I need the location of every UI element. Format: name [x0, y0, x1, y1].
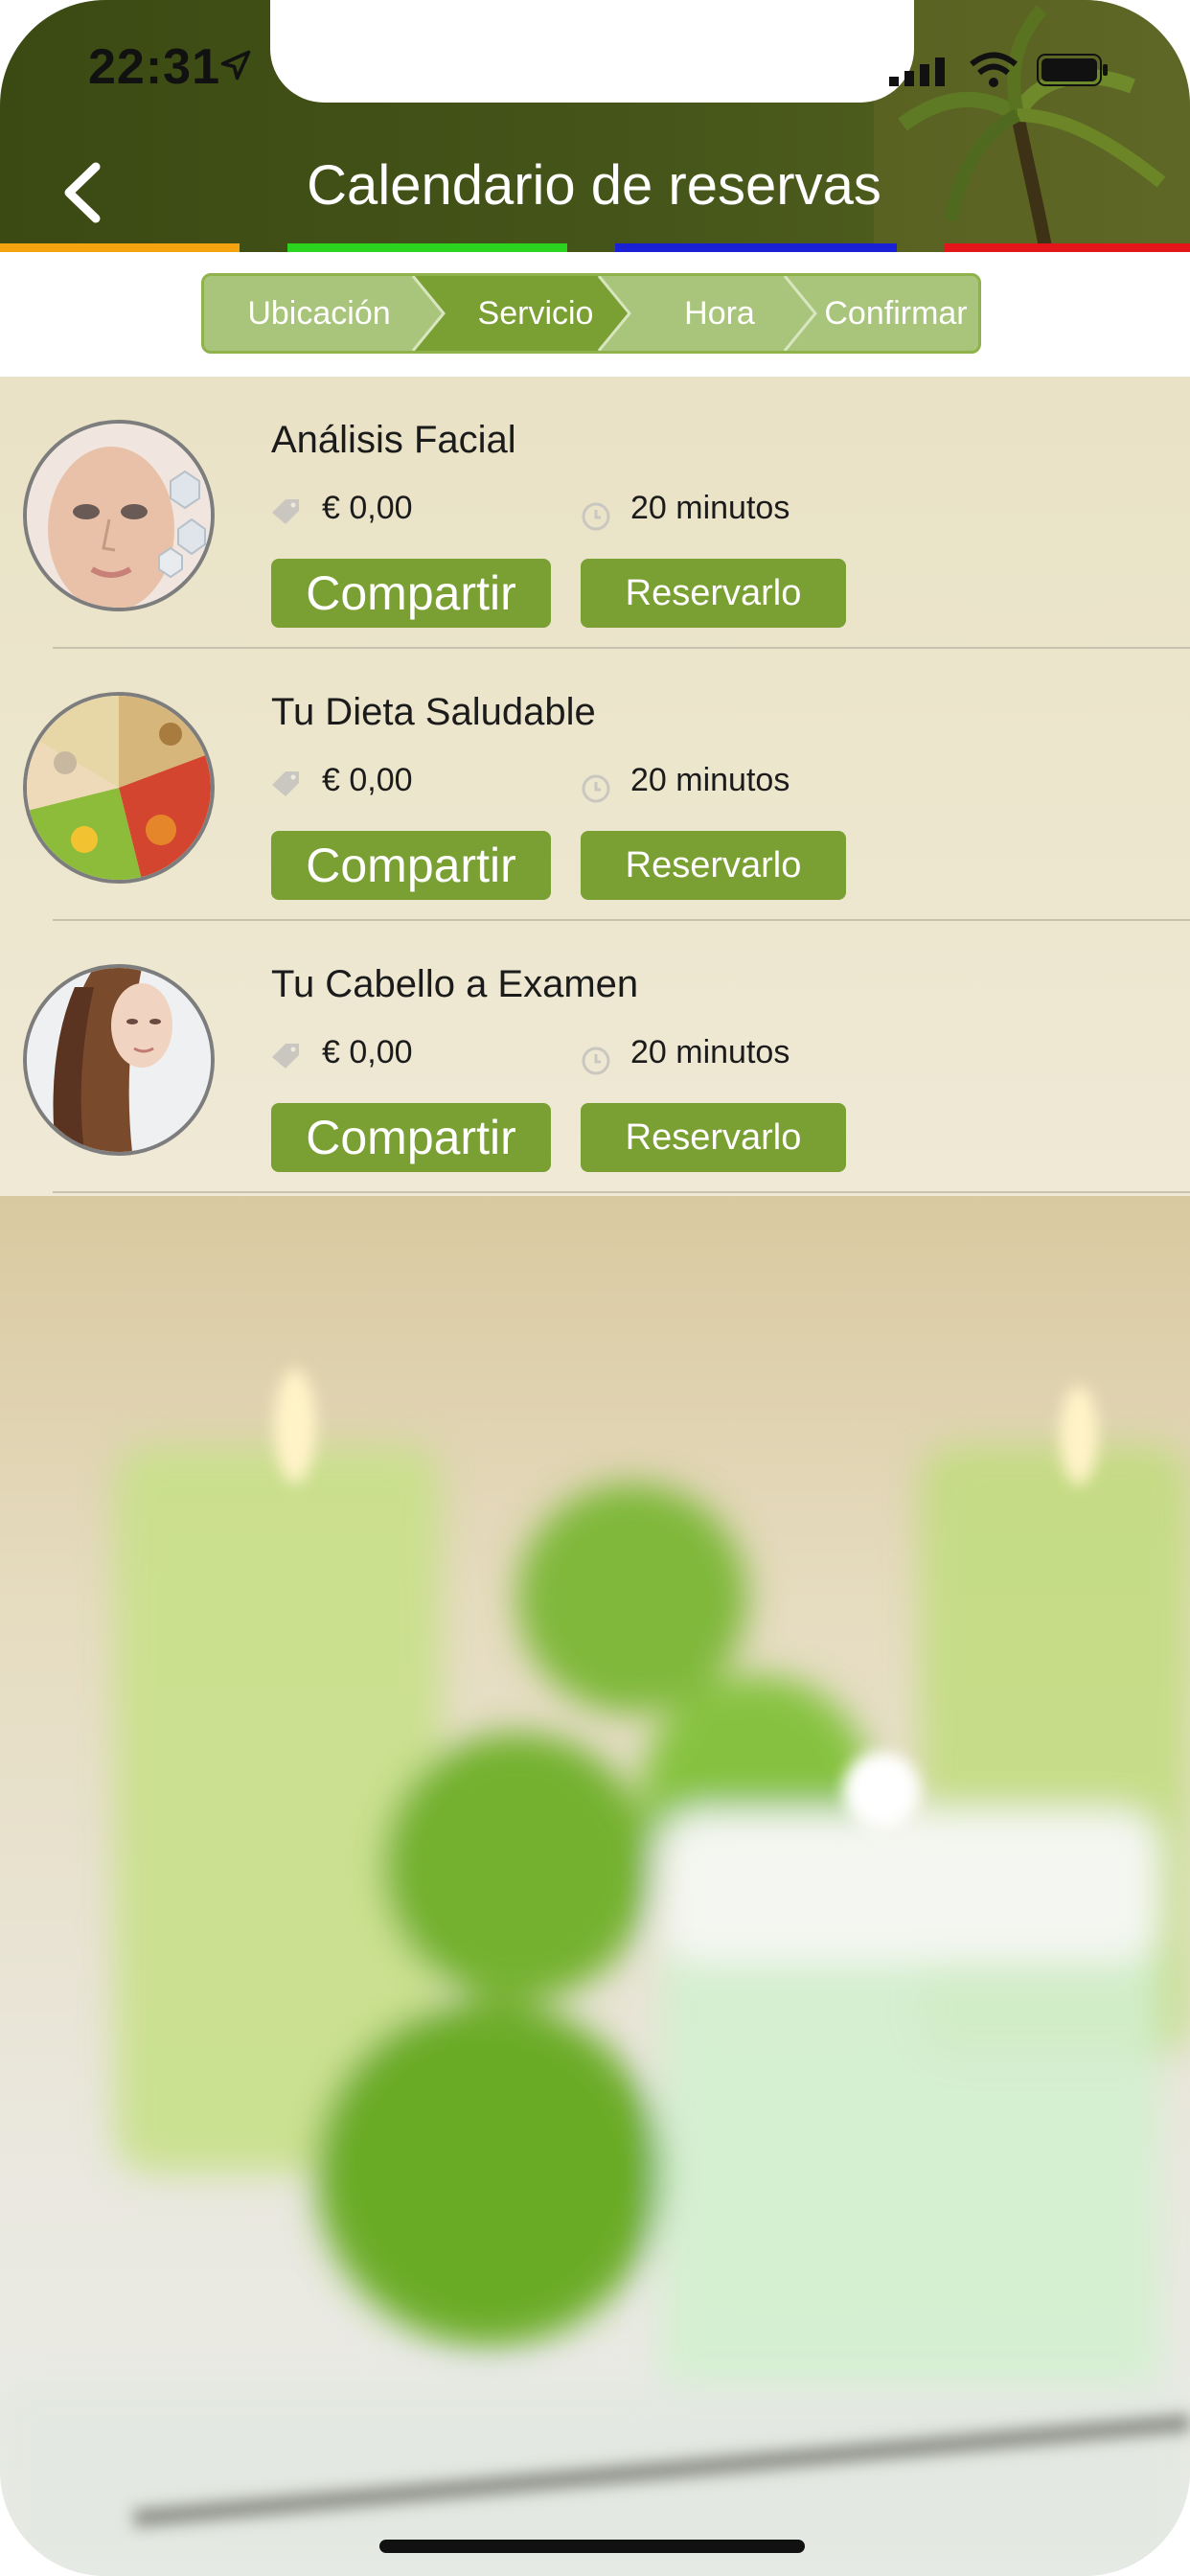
clock-icon: [582, 502, 610, 531]
share-button[interactable]: Compartir: [271, 1103, 551, 1172]
spa-background-image: [0, 1196, 1190, 2576]
booking-stepper: Ubicación Servicio Hora Confirmar: [201, 273, 981, 354]
accent-bar-red: [945, 243, 1190, 252]
step-hora[interactable]: Hora: [626, 276, 813, 351]
service-image-diet: [23, 692, 215, 884]
service-item[interactable]: Análisis Facial € 0,00 20 minutos Compar…: [0, 377, 1190, 649]
back-chevron-icon[interactable]: [57, 161, 105, 224]
clock-icon: [582, 1046, 610, 1075]
signal-icon: [889, 58, 945, 86]
service-duration: 20 minutos: [630, 1034, 790, 1070]
service-price: € 0,00: [322, 490, 413, 526]
device-notch: [270, 0, 914, 103]
price-tag-icon: [272, 771, 299, 796]
nav-header: 22:31 Calendario de reservas: [0, 0, 1190, 252]
step-ubicacion[interactable]: Ubicación: [225, 276, 413, 351]
step-servicio[interactable]: Servicio: [442, 276, 629, 351]
app-screen: 22:31 Calendario de reservas Ubicación S…: [0, 0, 1190, 2576]
service-name: Tu Dieta Saludable: [271, 691, 596, 733]
service-price: € 0,00: [322, 762, 413, 798]
service-duration: 20 minutos: [630, 490, 790, 526]
booking-steps-area: Ubicación Servicio Hora Confirmar: [0, 252, 1190, 377]
service-item[interactable]: Tu Cabello a Examen € 0,00 20 minutos Co…: [0, 921, 1190, 1193]
step-confirmar[interactable]: Confirmar: [813, 276, 978, 351]
share-button[interactable]: Compartir: [271, 831, 551, 900]
service-duration: 20 minutos: [630, 762, 790, 798]
service-image-hair: [23, 964, 215, 1156]
book-button[interactable]: Reservarlo: [581, 559, 846, 628]
accent-bar-green: [287, 243, 567, 252]
service-image-facial: [23, 420, 215, 611]
wifi-icon: [970, 52, 1018, 87]
share-button[interactable]: Compartir: [271, 559, 551, 628]
home-indicator[interactable]: [379, 2540, 805, 2553]
page-title: Calendario de reservas: [307, 154, 881, 217]
accent-bar-orange: [0, 243, 240, 252]
service-name: Tu Cabello a Examen: [271, 963, 639, 1005]
service-price: € 0,00: [322, 1034, 413, 1070]
clock-icon: [582, 774, 610, 803]
status-time: 22:31: [88, 39, 220, 95]
book-button[interactable]: Reservarlo: [581, 1103, 846, 1172]
divider: [53, 1191, 1190, 1193]
services-list: Análisis Facial € 0,00 20 minutos Compar…: [0, 377, 1190, 1196]
service-name: Análisis Facial: [271, 419, 516, 461]
book-button[interactable]: Reservarlo: [581, 831, 846, 900]
accent-bar-blue: [615, 243, 897, 252]
location-arrow-icon: [220, 50, 251, 80]
price-tag-icon: [272, 499, 299, 524]
price-tag-icon: [272, 1044, 299, 1069]
service-item[interactable]: Tu Dieta Saludable € 0,00 20 minutos Com…: [0, 649, 1190, 921]
battery-icon: [1037, 54, 1108, 86]
